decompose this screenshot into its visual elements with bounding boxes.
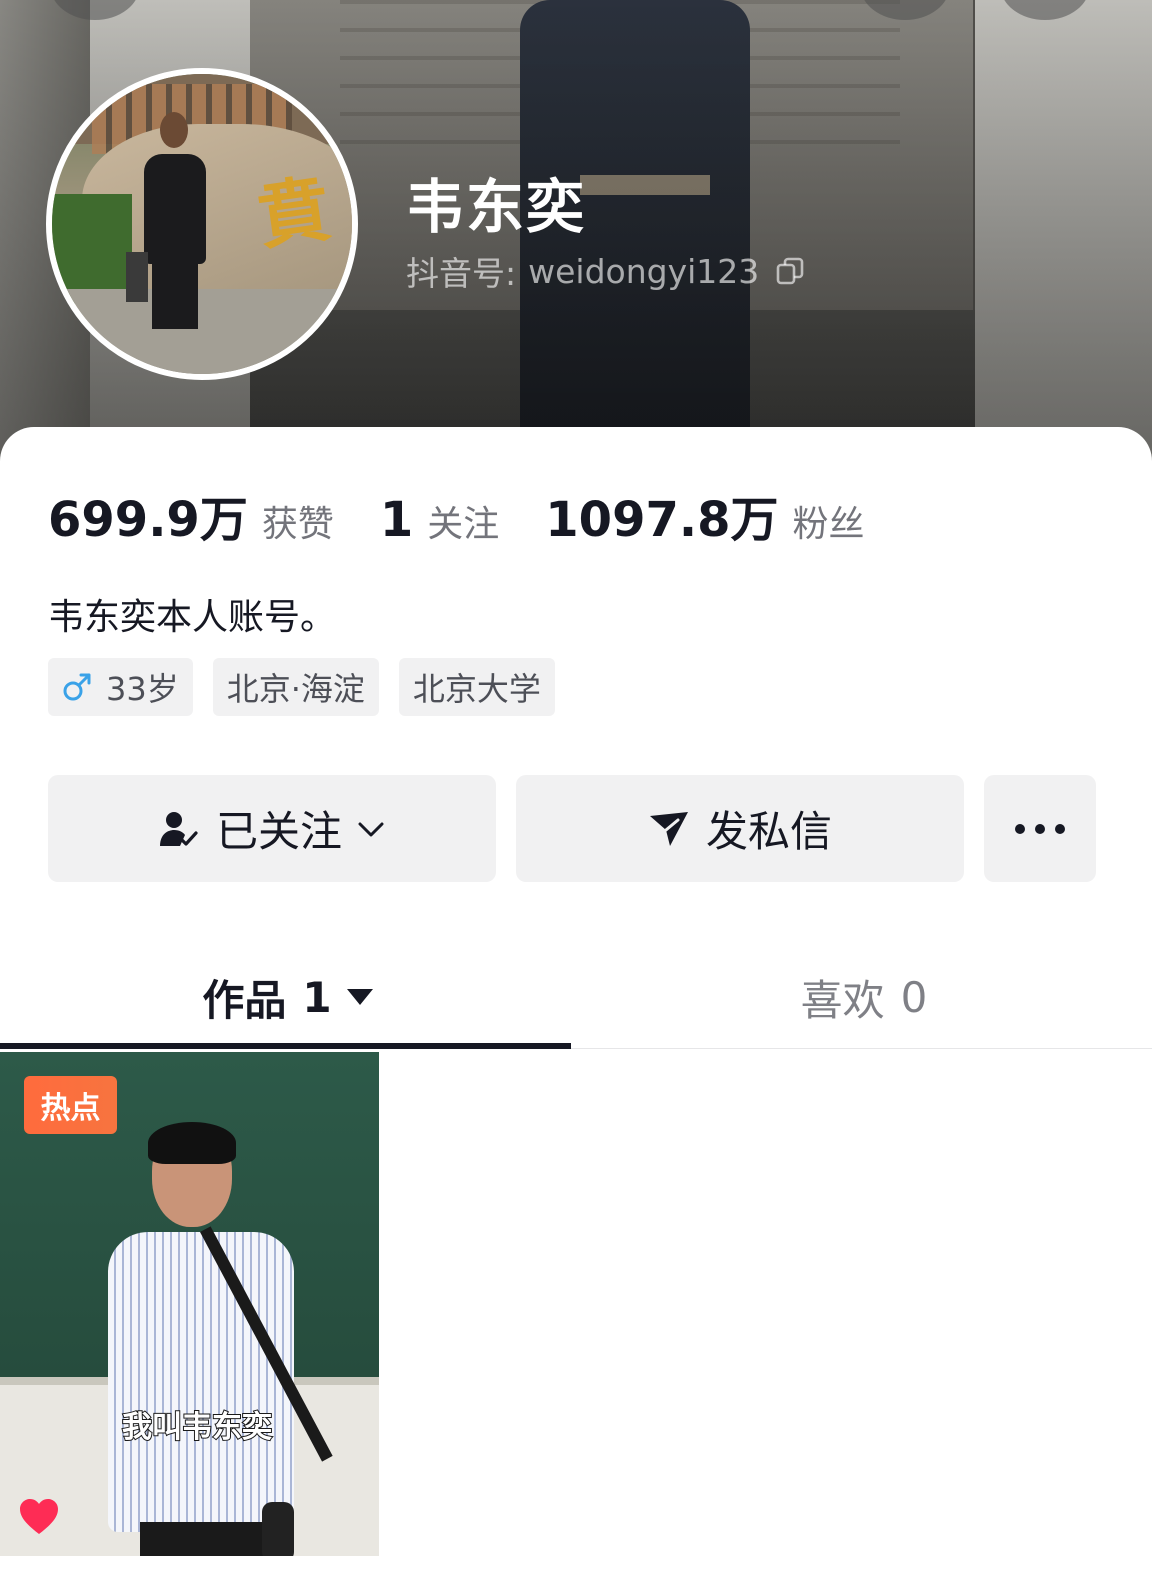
- tab-likes-count: 0: [900, 972, 928, 1022]
- copy-icon[interactable]: [775, 256, 805, 286]
- stat-value: 1097.8万: [545, 492, 779, 548]
- stat-following[interactable]: 1 关注: [380, 492, 499, 548]
- profile-tags: 33岁 北京·海淀 北京大学: [48, 658, 555, 716]
- avatar[interactable]: 賁: [46, 68, 358, 380]
- hot-badge: 热点: [24, 1076, 117, 1134]
- male-icon: [62, 672, 92, 702]
- tag-gender-age: 33岁: [48, 658, 193, 716]
- account-id-row[interactable]: 抖音号: weidongyi123: [406, 247, 805, 295]
- account-id-label: 抖音号:: [406, 254, 517, 293]
- active-tab-indicator: [0, 1043, 571, 1049]
- tab-works-label: 作品: [202, 975, 287, 1025]
- tab-works-count: 1: [302, 972, 332, 1022]
- stat-label: 关注: [427, 504, 500, 545]
- followed-user-icon: [158, 808, 200, 850]
- tab-works[interactable]: 作品 1: [0, 945, 576, 1049]
- tag-school[interactable]: 北京大学: [398, 658, 555, 716]
- account-id-value: weidongyi123: [528, 251, 760, 291]
- profile-actions: 已关注 发私信: [48, 775, 1096, 882]
- followed-label: 已关注: [215, 807, 342, 856]
- send-message-button[interactable]: 发私信: [516, 775, 964, 882]
- more-button[interactable]: [984, 775, 1096, 882]
- followed-button[interactable]: 已关注: [48, 775, 496, 882]
- display-name: 韦东奕: [406, 173, 587, 241]
- age-text: 33岁: [106, 670, 179, 708]
- chevron-down-icon: [356, 814, 386, 844]
- stat-label: 粉丝: [792, 504, 865, 545]
- tab-likes-label: 喜欢: [800, 975, 885, 1025]
- caret-down-icon: [346, 987, 374, 1007]
- heart-icon: [18, 1498, 60, 1536]
- stat-likes[interactable]: 699.9万 获赞: [48, 480, 334, 550]
- profile-stats: 699.9万 获赞 1 关注 1097.8万 粉丝: [48, 480, 911, 550]
- stat-label: 获赞: [261, 504, 334, 545]
- stat-value: 699.9万: [48, 492, 248, 548]
- content-tabs: 作品 1 喜欢 0: [0, 945, 1152, 1049]
- send-message-label: 发私信: [705, 807, 832, 856]
- video-thumbnail[interactable]: 热点 我叫韦东奕: [0, 1052, 379, 1556]
- more-dots-icon: [1013, 822, 1067, 836]
- stat-followers[interactable]: 1097.8万 粉丝: [545, 480, 864, 550]
- stat-value: 1: [379, 492, 414, 548]
- paper-plane-icon: [648, 808, 690, 850]
- bio-text: 韦东奕本人账号。: [48, 597, 337, 638]
- tab-likes[interactable]: 喜欢 0: [576, 945, 1152, 1049]
- tag-location: 北京·海淀: [212, 658, 379, 716]
- video-caption: 我叫韦东奕: [121, 1409, 273, 1446]
